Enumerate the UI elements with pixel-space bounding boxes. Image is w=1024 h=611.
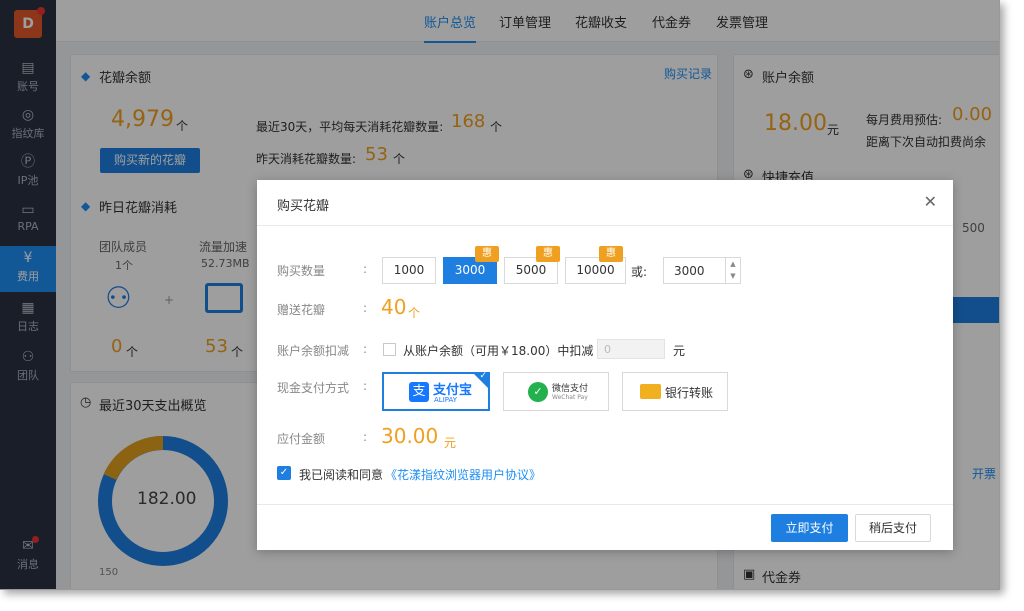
agree-checkbox[interactable]: ✓: [277, 466, 291, 480]
deduct-checkbox[interactable]: [383, 343, 396, 356]
custom-quantity-input[interactable]: 3000 ▲ ▼: [663, 257, 741, 284]
quantity-label: 购买数量: [277, 264, 326, 278]
discount-badge: 惠: [475, 246, 499, 262]
discount-badge: 惠: [536, 246, 560, 262]
amount-label: 应付金额: [277, 432, 326, 446]
wechat-pay-icon: ✓: [528, 382, 548, 402]
discount-badge: 惠: [599, 246, 623, 262]
alipay-option[interactable]: 支 支付宝 ALIPAY ✓: [382, 371, 490, 411]
buy-petals-dialog: 购买花瓣 ✕ 购买数量 : 1000 3000 5000 10000 惠 惠 惠…: [257, 180, 953, 550]
wechat-pay-option[interactable]: ✓ 微信支付 WeChat Pay: [503, 372, 609, 411]
qty-option-1000[interactable]: 1000: [382, 257, 436, 284]
alipay-icon: 支: [409, 382, 429, 402]
dialog-title: 购买花瓣: [277, 199, 330, 214]
checkmark-icon: ✓: [479, 371, 487, 381]
bank-transfer-option[interactable]: 银行转账: [622, 372, 728, 411]
payment-method-label: 现金支付方式: [277, 381, 350, 395]
dialog-footer: 立即支付 稍后支付: [257, 504, 953, 550]
quantity-stepper[interactable]: ▲ ▼: [725, 258, 740, 283]
dialog-header: 购买花瓣 ✕: [257, 180, 953, 226]
amount-value: 30.00: [381, 424, 439, 448]
close-icon[interactable]: ✕: [924, 192, 937, 211]
app-window: D ▤ 账号 ◎ 指纹库 Ⓟ IP池 ▭ RPA ¥ 费用 ▦ 日志 ⚇ 团队 …: [0, 0, 1000, 590]
pay-now-button[interactable]: 立即支付: [771, 514, 848, 542]
deduct-label: 账户余额扣减: [277, 344, 350, 358]
deduct-amount-input[interactable]: 0: [597, 339, 665, 359]
bank-card-icon: [640, 384, 661, 399]
pay-later-button[interactable]: 稍后支付: [855, 514, 931, 542]
bonus-label: 赠送花瓣: [277, 303, 326, 317]
bonus-value: 40: [381, 295, 407, 319]
user-agreement-link[interactable]: 《花漾指纹浏览器用户协议》: [385, 466, 541, 483]
